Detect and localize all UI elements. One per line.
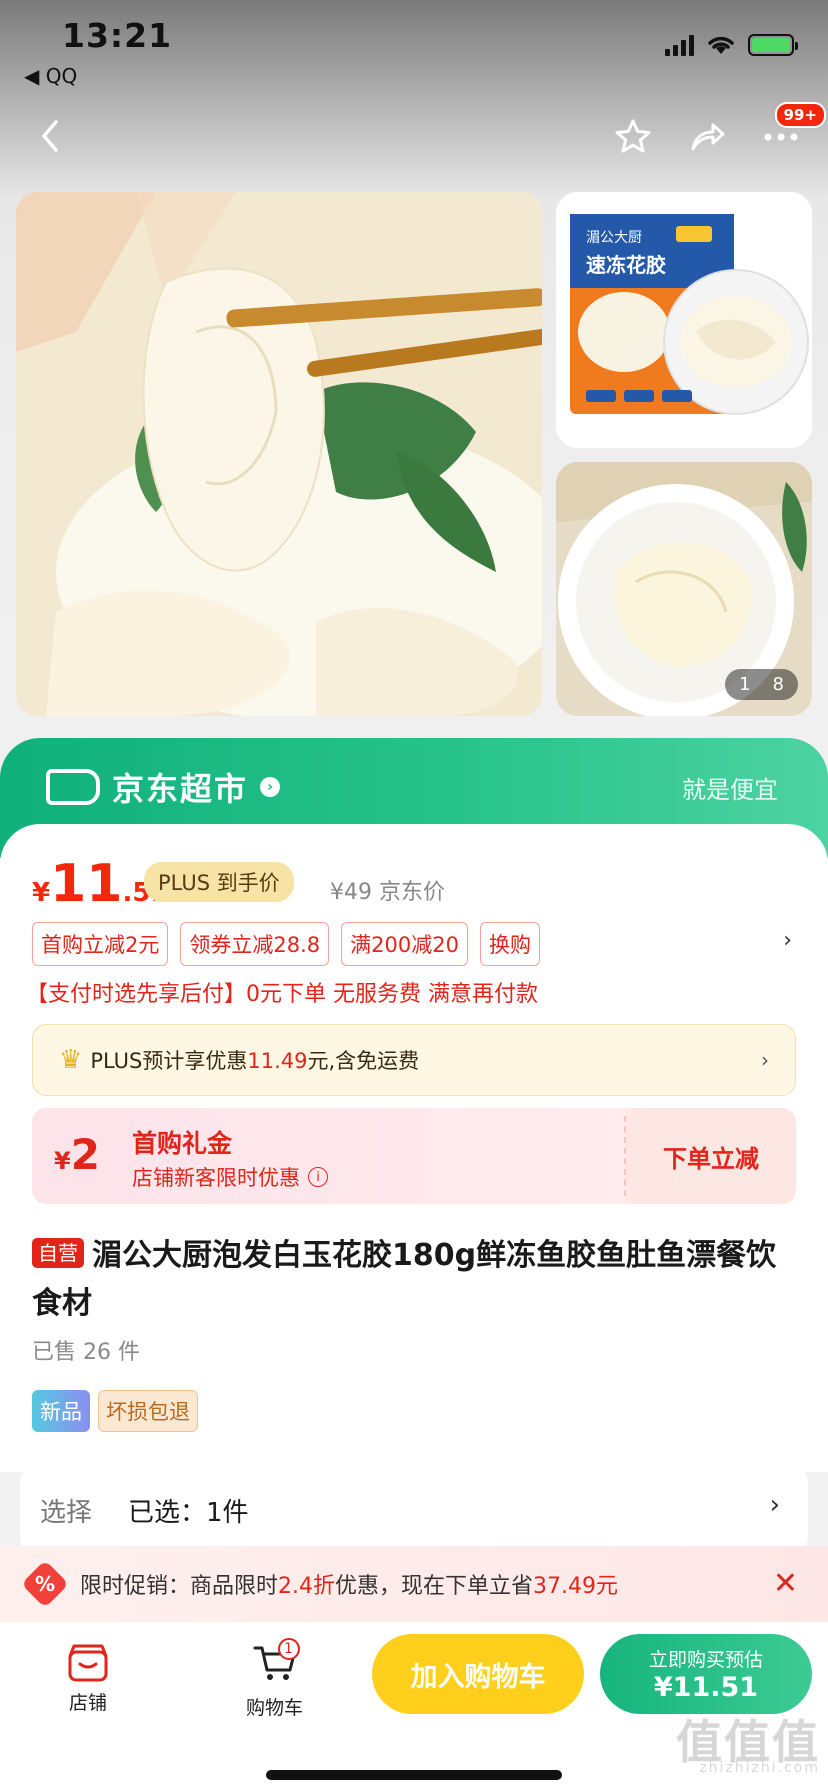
main-product-image[interactable] (16, 192, 542, 716)
buy-now-label: 立即购买预估 (648, 1649, 763, 1671)
coupon-tag[interactable]: 满200减20 (341, 922, 468, 966)
sold-count: 已售 26 件 (32, 1340, 140, 1365)
cart-button[interactable]: 1 购物车 (246, 1638, 304, 1720)
nav-bar: 99+ (0, 100, 828, 180)
package-brand: 湄公大厨 (586, 230, 642, 246)
back-button[interactable] (30, 114, 70, 158)
favorite-button[interactable] (610, 114, 656, 160)
status-back-to-app[interactable]: ◀ QQ (24, 64, 77, 88)
market-name: 京东超市 (112, 770, 249, 808)
coupon-tag[interactable]: 换购 (479, 922, 540, 966)
chevron-right-icon: › (769, 1490, 780, 1520)
thumbnail-package-image[interactable]: 湄公大厨 速冻花胶 (556, 192, 812, 448)
new-product-tag: 新品 (32, 1390, 90, 1432)
crown-icon: ♛ (59, 1045, 83, 1075)
message-badge: 99+ (774, 102, 826, 128)
jd-supermarket-logo-icon (46, 769, 100, 805)
status-time: 13:21 (62, 16, 173, 55)
gift-amount: ¥2 (54, 1130, 100, 1179)
gift-subtitle: 店铺新客限时优惠 i (132, 1162, 328, 1192)
spec-select-row[interactable]: 选择 已选：1件 › (20, 1460, 808, 1560)
plus-benefit-bar[interactable]: ♛ PLUS预计享优惠11.49元,含免运费 › (32, 1024, 796, 1096)
shop-button[interactable]: 店铺 (66, 1642, 110, 1715)
market-slogan: 就是便宜 (682, 776, 778, 804)
image-counter-current: 1 (739, 674, 751, 695)
chevron-right-icon: › (761, 1048, 769, 1072)
damage-return-tag: 坏损包退 (98, 1390, 198, 1432)
shop-icon (68, 1644, 108, 1682)
price-currency: ¥ (32, 878, 51, 908)
more-button[interactable]: 99+ (758, 102, 826, 160)
star-icon (615, 119, 651, 153)
pay-later-notice[interactable]: 【支付时选先享后付】0元下单 无服务费 满意再付款 (26, 976, 538, 1008)
more-icon (764, 133, 798, 141)
share-button[interactable] (684, 114, 730, 160)
buy-now-price: ¥11.51 (653, 1672, 759, 1703)
chevron-right-icon: › (260, 777, 281, 797)
limited-promo-bar[interactable]: % 限时促销：商品限时2.4折优惠，现在下单立省37.49元 ✕ (0, 1546, 828, 1622)
gift-claim-button[interactable]: 下单立减 (626, 1108, 796, 1204)
cart-count-badge: 1 (277, 1638, 300, 1660)
promo-text: 限时促销：商品限时2.4折优惠，现在下单立省37.49元 (80, 1574, 619, 1599)
first-purchase-gift-card[interactable]: ¥2 首购礼金 店铺新客限时优惠 i 下单立减 (32, 1108, 796, 1204)
back-icon (42, 120, 58, 152)
wifi-icon (708, 36, 734, 54)
status-icons (665, 34, 798, 56)
package-product: 速冻花胶 (586, 253, 666, 277)
shop-label: 店铺 (68, 1692, 107, 1714)
jd-supermarket-logo[interactable]: 京东超市 › (46, 764, 281, 810)
coupon-more-chevron-icon[interactable]: › (783, 928, 792, 953)
close-icon[interactable]: ✕ (773, 1566, 798, 1601)
cellular-signal-icon (665, 34, 694, 56)
plus-price-tag: PLUS 到手价 (144, 862, 294, 902)
status-bar: 13:21 ◀ QQ (0, 0, 828, 90)
info-icon[interactable]: i (308, 1167, 328, 1187)
bottom-action-bar: 店铺 1 购物车 加入购物车 立即购买预估 ¥11.51 值值值 zhizhiz… (0, 1622, 828, 1792)
reference-price: ¥49 京东价 (330, 880, 445, 905)
discount-icon: % (20, 1559, 70, 1609)
add-to-cart-button[interactable]: 加入购物车 (372, 1634, 584, 1714)
price-integer: 11 (50, 854, 123, 914)
site-watermark-url: zhizhizhi.com (699, 1760, 820, 1776)
plus-benefit-text: PLUS预计享优惠11.49元,含免运费 (90, 1049, 420, 1073)
self-operated-tag: 自营 (32, 1238, 84, 1268)
product-tags: 新品 坏损包退 (32, 1390, 198, 1432)
select-value: 已选：1件 (128, 1498, 249, 1528)
buy-now-button[interactable]: 立即购买预估 ¥11.51 (600, 1634, 812, 1714)
product-title: 自营 湄公大厨泡发白玉花胶180g鲜冻鱼胶鱼肚鱼漂餐饮食材 (32, 1238, 777, 1321)
thumbnail-plate-image[interactable]: 1 8 (556, 462, 812, 716)
select-label: 选择 (40, 1498, 93, 1528)
share-icon (691, 123, 725, 151)
coupon-tag[interactable]: 领券立减28.8 (180, 922, 330, 966)
home-indicator (266, 1770, 562, 1780)
gift-title: 首购礼金 (132, 1129, 233, 1158)
product-info-card: ¥ 11 .51 PLUS 到手价 ¥49 京东价 首购立减2元 领券立减28.… (0, 824, 828, 1472)
coupon-tag[interactable]: 首购立减2元 (32, 922, 169, 966)
cart-label: 购物车 (246, 1697, 304, 1719)
coupon-row[interactable]: 首购立减2元 领券立减28.8 满200减20 换购 (32, 922, 540, 966)
image-counter-total: 8 (772, 674, 784, 695)
image-counter: 1 8 (725, 669, 798, 700)
battery-icon (748, 34, 798, 56)
